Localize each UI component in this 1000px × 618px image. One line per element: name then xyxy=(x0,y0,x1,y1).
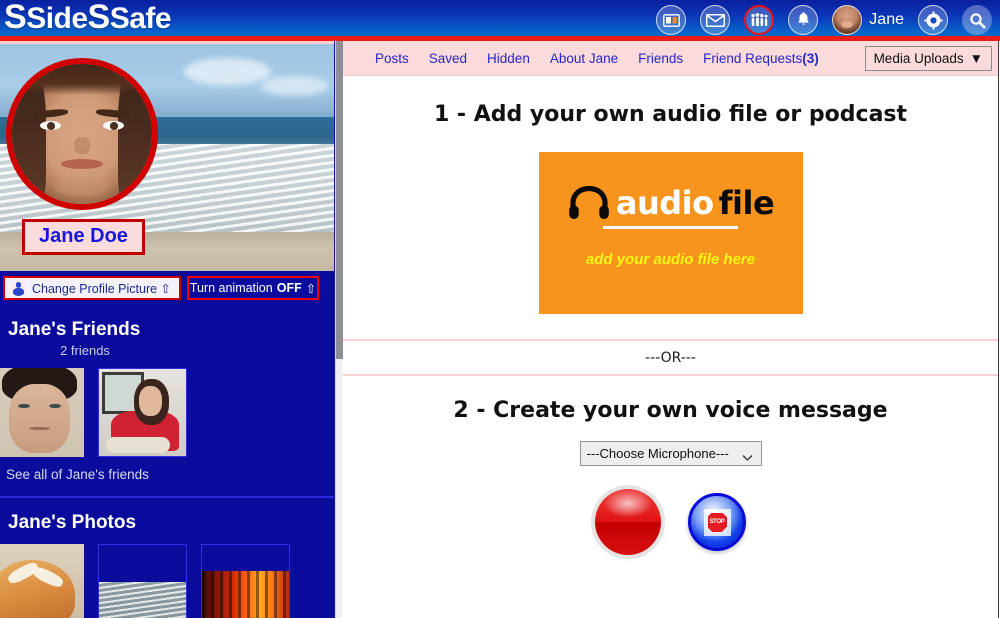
tab-about-jane[interactable]: About Jane xyxy=(540,51,628,66)
photo-thumbnail[interactable] xyxy=(201,544,290,618)
search-magnifier-icon[interactable] xyxy=(962,5,992,35)
animation-toggle-prefix: Turn animation xyxy=(190,281,273,295)
friends-count-label: 2 friends xyxy=(0,341,170,364)
turn-animation-off-button[interactable]: Turn animation OFF ⇧ xyxy=(187,276,319,300)
chevron-down-icon: ▼ xyxy=(970,51,983,66)
or-separator: ---OR--- xyxy=(343,339,998,376)
tab-label: Friend Requests xyxy=(703,51,802,66)
user-name-label: Jane xyxy=(869,11,904,29)
voice-message-panel: 2 - Create your own voice message ---Cho… xyxy=(343,376,998,555)
tab-label: About Jane xyxy=(550,51,618,66)
profile-name-plate: Jane Doe xyxy=(22,219,145,255)
bell-notification-icon[interactable] xyxy=(788,5,818,35)
logo-audio-text: audio xyxy=(616,184,714,222)
tab-label: Posts xyxy=(375,51,409,66)
news-icon[interactable] xyxy=(656,5,686,35)
mail-envelope-icon[interactable] xyxy=(700,5,730,35)
profile-action-buttons: Change Profile Picture ⇧ Turn animation … xyxy=(0,271,335,305)
audio-upload-cta: add your audio file here xyxy=(586,251,755,268)
brand-side: Side xyxy=(26,2,87,35)
logo-file-text: file xyxy=(719,184,775,222)
photo-thumbnail[interactable] xyxy=(0,544,84,618)
sidebar-scrollbar[interactable] xyxy=(335,41,342,618)
friend-thumbnail[interactable] xyxy=(0,368,84,457)
top-header-bar: SSideSSafe Jane xyxy=(0,0,1000,41)
main-content-area: Posts Saved Hidden About Jane Friends Fr… xyxy=(343,41,999,618)
person-avatar-icon xyxy=(11,281,26,296)
user-profile-chip[interactable]: Jane xyxy=(832,5,904,35)
tab-label: Friends xyxy=(638,51,683,66)
friends-group-icon[interactable] xyxy=(744,5,774,35)
photo-thumbnail[interactable] xyxy=(98,544,187,618)
animation-toggle-suffix: ⇧ xyxy=(306,281,316,296)
banner-cloud xyxy=(261,76,328,96)
step1-title: 1 - Add your own audio file or podcast xyxy=(343,102,998,127)
friend-thumbnail[interactable] xyxy=(98,368,187,457)
header-icon-group: Jane xyxy=(656,2,992,38)
microphone-select[interactable]: ---Choose Microphone--- xyxy=(580,441,762,466)
see-all-friends-link[interactable]: See all of Jane's friends xyxy=(0,457,335,490)
profile-cover-banner: Jane Doe xyxy=(0,41,335,271)
step2-title: 2 - Create your own voice message xyxy=(343,398,998,423)
photos-section-title: Jane's Photos xyxy=(0,506,335,534)
stop-sign-icon: STOP xyxy=(704,509,731,536)
recording-controls: STOP xyxy=(343,489,998,555)
tab-friends[interactable]: Friends xyxy=(628,51,693,66)
friends-thumbnail-row xyxy=(0,364,335,457)
left-sidebar: Jane Doe Change Profile Picture ⇧ Turn a… xyxy=(0,41,335,618)
change-profile-picture-label: Change Profile Picture ⇧ xyxy=(32,281,171,296)
tab-count: (3) xyxy=(802,51,819,66)
stop-button[interactable]: STOP xyxy=(688,493,746,551)
site-logo[interactable]: SSideSSafe xyxy=(4,0,171,37)
gear-settings-icon[interactable] xyxy=(918,5,948,35)
tab-friend-requests[interactable]: Friend Requests(3) xyxy=(693,51,829,66)
animation-toggle-state: OFF xyxy=(277,281,302,295)
media-uploads-dropdown[interactable]: Media Uploads ▼ xyxy=(865,46,992,71)
app-root: SSideSSafe Jane xyxy=(0,0,1000,618)
tab-hidden[interactable]: Hidden xyxy=(477,51,540,66)
change-profile-picture-button[interactable]: Change Profile Picture ⇧ xyxy=(3,276,181,300)
photos-section: Jane's Photos xyxy=(0,498,335,618)
tab-label: Hidden xyxy=(487,51,530,66)
audiofile-logo: audiofile xyxy=(567,184,774,222)
stop-octagon-label: STOP xyxy=(707,512,728,533)
tab-posts[interactable]: Posts xyxy=(365,51,419,66)
add-audio-file-panel: 1 - Add your own audio file or podcast a… xyxy=(343,76,998,314)
record-button[interactable] xyxy=(595,489,661,555)
tab-saved[interactable]: Saved xyxy=(419,51,477,66)
brand-safe: Safe xyxy=(110,2,171,35)
profile-tab-bar: Posts Saved Hidden About Jane Friends Fr… xyxy=(343,41,998,76)
headphones-icon xyxy=(567,186,611,220)
friends-section-title: Jane's Friends xyxy=(0,313,335,341)
avatar[interactable] xyxy=(832,5,862,35)
photos-thumbnail-row xyxy=(0,540,335,618)
profile-picture[interactable] xyxy=(6,58,158,210)
sidebar-scroll-content: Jane Doe Change Profile Picture ⇧ Turn a… xyxy=(0,41,335,618)
microphone-select-wrapper: ---Choose Microphone--- xyxy=(580,441,762,466)
tab-label: Saved xyxy=(429,51,467,66)
audio-file-dropzone[interactable]: audiofile add your audio file here xyxy=(539,152,803,314)
banner-cloud xyxy=(184,58,271,85)
profile-face-image xyxy=(12,64,152,204)
sidebar-scrollbar-thumb[interactable] xyxy=(336,41,343,359)
logo-underline xyxy=(603,226,738,229)
friends-section: Jane's Friends 2 friends See all of Jane… xyxy=(0,305,335,498)
media-uploads-label: Media Uploads xyxy=(874,51,964,66)
